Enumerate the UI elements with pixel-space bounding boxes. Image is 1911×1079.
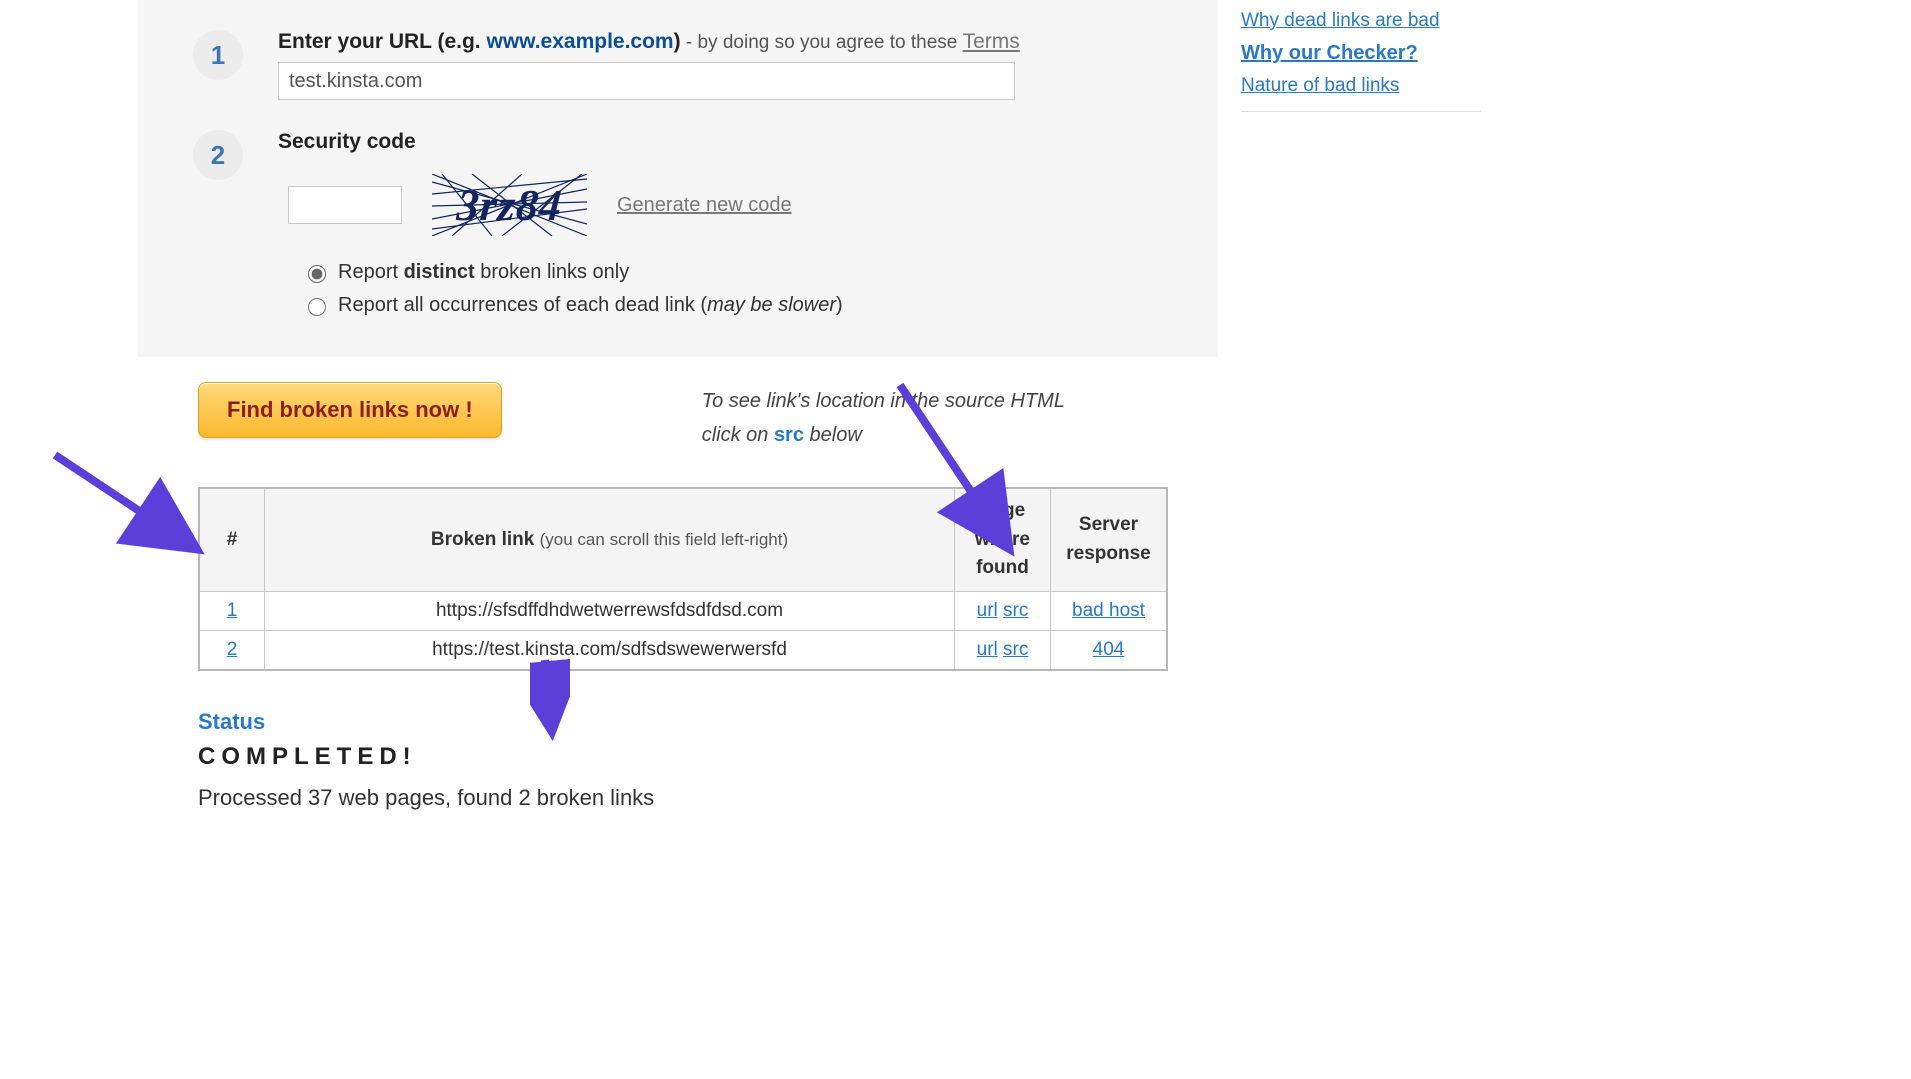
results-area: Find broken links now ! To see link's lo… — [138, 357, 1218, 871]
th-broken-link: Broken link (you can scroll this field l… — [265, 488, 955, 591]
server-response-link[interactable]: 404 — [1093, 639, 1125, 660]
hint-line-2-post: below — [804, 424, 862, 446]
status-summary: Processed 37 web pages, found 2 broken l… — [198, 785, 1158, 811]
sidebar: Why dead links are bad Why our Checker? … — [1241, 0, 1481, 122]
action-row: Find broken links now ! To see link's lo… — [198, 382, 1158, 452]
sidebar-link-dead-links[interactable]: Why dead links are bad — [1241, 10, 1481, 32]
url-input[interactable] — [278, 62, 1015, 100]
server-response-cell: bad host — [1051, 591, 1168, 630]
step-2-number: 2 — [193, 130, 243, 180]
th-broken-link-sub: (you can scroll this field left-right) — [540, 530, 788, 549]
security-code-input[interactable] — [288, 186, 402, 224]
pwf-url-link[interactable]: url — [977, 639, 998, 660]
sidebar-divider — [1241, 111, 1481, 112]
th-server-response: Server response — [1051, 488, 1168, 591]
step-1-number: 1 — [193, 30, 243, 80]
pwf-src-link[interactable]: src — [1003, 639, 1028, 660]
find-broken-links-button[interactable]: Find broken links now ! — [198, 382, 502, 438]
step-1-label: Enter your URL (e.g. www.example.com) - … — [278, 30, 1158, 54]
step-2-row: 2 Security code 3rz84 — [193, 130, 1218, 327]
step-1-example-url: www.example.com — [486, 30, 673, 53]
hint-block: To see link's location in the source HTM… — [702, 384, 1065, 452]
table-row: 2 https://test.kinsta.com/sdfsdswewerwers… — [199, 630, 1167, 670]
step-2-label: Security code — [278, 130, 1158, 154]
table-row: 1 https://sfsdffdhdwetwerrewsfdsdfdsd.com… — [199, 591, 1167, 630]
terms-link[interactable]: Terms — [963, 30, 1020, 53]
step-2-body: Security code 3rz84 — [278, 130, 1218, 327]
generate-new-code-link[interactable]: Generate new code — [617, 194, 792, 217]
hint-line-1: To see link's location in the source HTM… — [702, 384, 1065, 418]
step-1-body: Enter your URL (e.g. www.example.com) - … — [278, 30, 1218, 100]
server-response-cell: 404 — [1051, 630, 1168, 670]
step-1-row: 1 Enter your URL (e.g. www.example.com) … — [193, 30, 1218, 100]
step-1-close: ) — [674, 30, 681, 53]
option-distinct-label: Report distinct broken links only — [338, 261, 629, 284]
th-broken-link-title: Broken link — [431, 529, 534, 550]
th-number: # — [199, 488, 265, 591]
option-distinct-radio[interactable] — [308, 265, 326, 283]
step-1-prefix: Enter your URL (e.g. — [278, 30, 486, 53]
table-header-row: # Broken link (you can scroll this field… — [199, 488, 1167, 591]
th-pwf-2: where — [965, 526, 1040, 555]
form-panel: 1 Enter your URL (e.g. www.example.com) … — [138, 0, 1218, 871]
hint-line-2: click on src below — [702, 418, 1065, 452]
th-page-where-found: Page where found — [955, 488, 1051, 591]
option-all-radio[interactable] — [308, 298, 326, 316]
pwf-url-link[interactable]: url — [977, 600, 998, 621]
hint-src-word: src — [774, 424, 804, 446]
server-response-link[interactable]: bad host — [1072, 600, 1145, 621]
page-where-found-cell: url src — [955, 630, 1051, 670]
row-number-cell: 1 — [199, 591, 265, 630]
th-resp-1: Server — [1061, 511, 1156, 540]
option-distinct[interactable]: Report distinct broken links only — [303, 261, 1158, 284]
broken-link-cell: https://test.kinsta.com/sdfsdswewerwersf… — [265, 630, 955, 670]
row-number-link[interactable]: 1 — [227, 600, 238, 621]
option-all-label: Report all occurrences of each dead link… — [338, 294, 843, 317]
th-pwf-3: found — [965, 554, 1040, 583]
row-number-link[interactable]: 2 — [227, 639, 238, 660]
pwf-src-link[interactable]: src — [1003, 600, 1028, 621]
option-distinct-bold: distinct — [404, 261, 475, 283]
option-distinct-post: broken links only — [475, 261, 630, 283]
security-row: 3rz84 — [288, 174, 1158, 236]
sidebar-link-why-checker[interactable]: Why our Checker? — [1241, 42, 1481, 65]
input-area: 1 Enter your URL (e.g. www.example.com) … — [138, 0, 1218, 357]
status-completed: COMPLETED! — [198, 743, 1158, 771]
captcha-image: 3rz84 — [432, 174, 587, 236]
step-1-tail: - by doing so you agree to these — [681, 32, 963, 53]
status-heading: Status — [198, 709, 1158, 735]
hint-line-2-pre: click on — [702, 424, 774, 446]
option-all-em: may be slower — [707, 294, 836, 316]
row-number-cell: 2 — [199, 630, 265, 670]
page-where-found-cell: url src — [955, 591, 1051, 630]
results-table: # Broken link (you can scroll this field… — [198, 487, 1168, 671]
option-all[interactable]: Report all occurrences of each dead link… — [303, 294, 1158, 317]
sidebar-link-nature[interactable]: Nature of bad links — [1241, 75, 1481, 97]
broken-link-cell: https://sfsdffdhdwetwerrewsfdsdfdsd.com — [265, 591, 955, 630]
option-all-pre: Report all occurrences of each dead link… — [338, 294, 707, 316]
th-resp-2: response — [1061, 540, 1156, 569]
captcha-noise-icon — [432, 174, 587, 236]
option-distinct-pre: Report — [338, 261, 404, 283]
option-all-post: ) — [836, 294, 843, 316]
th-pwf-1: Page — [965, 497, 1040, 526]
